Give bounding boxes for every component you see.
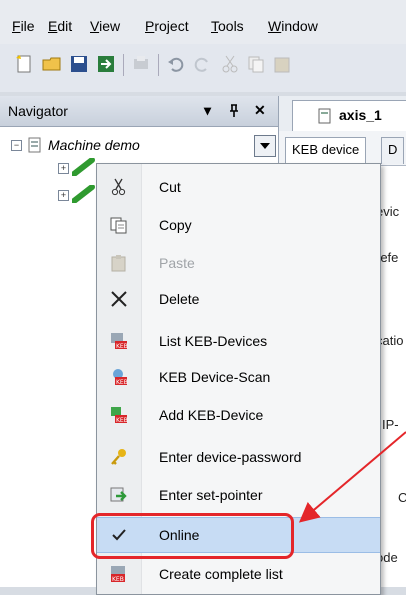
menu-window[interactable]: Window — [268, 18, 318, 34]
tree-collapse-icon[interactable]: − — [11, 140, 22, 151]
menu-item-enter-device-password[interactable]: Enter device-password — [97, 440, 380, 474]
paste-icon — [111, 255, 126, 272]
menu-edit[interactable]: Edit — [48, 18, 72, 34]
set-pointer-icon — [110, 487, 127, 502]
menu-item-cut[interactable]: Cut — [97, 170, 380, 204]
copy-icon[interactable] — [246, 54, 266, 74]
document-subtabs: KEB device D — [279, 131, 406, 166]
print-icon[interactable] — [131, 54, 151, 74]
navigator-title: Navigator — [8, 103, 68, 119]
menu-item-list-keb-devices[interactable]: KEB List KEB-Devices — [97, 324, 380, 358]
paste-icon[interactable] — [272, 54, 292, 74]
menu-item-add-keb-device[interactable]: KEB Add KEB-Device — [97, 398, 380, 432]
cut-icon[interactable] — [220, 54, 240, 74]
menu-item-label: Copy — [159, 217, 192, 233]
import-icon[interactable] — [96, 54, 116, 74]
svg-text:KEB: KEB — [116, 379, 128, 386]
redo-icon[interactable] — [192, 54, 212, 74]
undo-icon[interactable] — [166, 54, 186, 74]
menu-view[interactable]: View — [90, 18, 120, 34]
toolbar-separator — [158, 54, 159, 76]
project-icon — [28, 137, 41, 153]
menu-item-enter-set-pointer[interactable]: Enter set-pointer — [97, 478, 380, 512]
axis-device-icon — [72, 158, 95, 176]
menu-item-label: Paste — [159, 255, 195, 271]
menu-item-label: List KEB-Devices — [159, 333, 268, 349]
cut-icon — [111, 178, 126, 196]
menu-item-label: Cut — [159, 179, 181, 195]
menu-bar: File Edit View Project Tools Window — [0, 0, 406, 44]
field-fragment: IP- — [382, 417, 399, 432]
new-icon[interactable] — [14, 54, 34, 74]
toolbar-separator — [123, 54, 124, 76]
document-tab[interactable]: axis_1 — [292, 100, 406, 131]
menu-project[interactable]: Project — [145, 18, 189, 34]
menu-item-delete[interactable]: Delete — [97, 282, 380, 316]
pin-icon[interactable] — [228, 104, 240, 118]
tree-expand-icon[interactable]: + — [58, 163, 69, 174]
svg-text:KEB: KEB — [116, 417, 128, 424]
menu-item-label: Delete — [159, 291, 200, 307]
document-icon — [318, 108, 331, 124]
close-icon[interactable]: ✕ — [254, 102, 266, 119]
navigator-dropdown-icon[interactable]: ▾ — [204, 102, 211, 119]
tree-expand-icon[interactable]: + — [58, 190, 69, 201]
copy-icon — [110, 217, 127, 234]
chevron-down-icon — [260, 143, 270, 149]
keb-list-icon: KEB — [111, 333, 128, 350]
svg-text:KEB: KEB — [116, 343, 128, 350]
menu-item-label: Enter device-password — [159, 449, 302, 465]
delete-icon — [111, 291, 127, 307]
tree-dropdown-button[interactable] — [254, 135, 276, 157]
annotation-highlight-box — [91, 513, 294, 559]
menu-item-copy[interactable]: Copy — [97, 208, 380, 242]
open-folder-icon[interactable] — [42, 54, 62, 74]
document-tab-title: axis_1 — [339, 107, 382, 123]
menu-item-create-complete-list[interactable]: KEB Create complete list — [97, 557, 380, 591]
key-icon — [111, 449, 126, 465]
toolbar — [0, 44, 406, 92]
field-fragment: C — [398, 490, 406, 505]
keb-add-icon: KEB — [111, 407, 128, 424]
menu-item-label: KEB Device-Scan — [159, 369, 271, 385]
menu-file[interactable]: File — [12, 18, 35, 34]
menu-tools[interactable]: Tools — [211, 18, 244, 34]
menu-item-paste[interactable]: Paste — [97, 246, 380, 280]
tab-second[interactable]: D — [381, 137, 405, 164]
save-icon[interactable] — [69, 54, 89, 74]
tree-root-label[interactable]: Machine demo — [48, 137, 140, 153]
menu-item-label: Create complete list — [159, 566, 283, 582]
menu-item-label: Add KEB-Device — [159, 407, 264, 423]
axis-device-icon — [72, 185, 95, 203]
navigator-header: Navigator ▾ ✕ — [0, 96, 278, 127]
menu-item-label: Enter set-pointer — [159, 487, 263, 503]
keb-complete-list-icon: KEB — [111, 566, 125, 583]
tab-keb-device[interactable]: KEB device — [285, 137, 367, 164]
menu-item-keb-device-scan[interactable]: KEB KEB Device-Scan — [97, 360, 380, 394]
keb-scan-icon: KEB — [113, 369, 128, 386]
svg-text:KEB: KEB — [112, 576, 124, 583]
